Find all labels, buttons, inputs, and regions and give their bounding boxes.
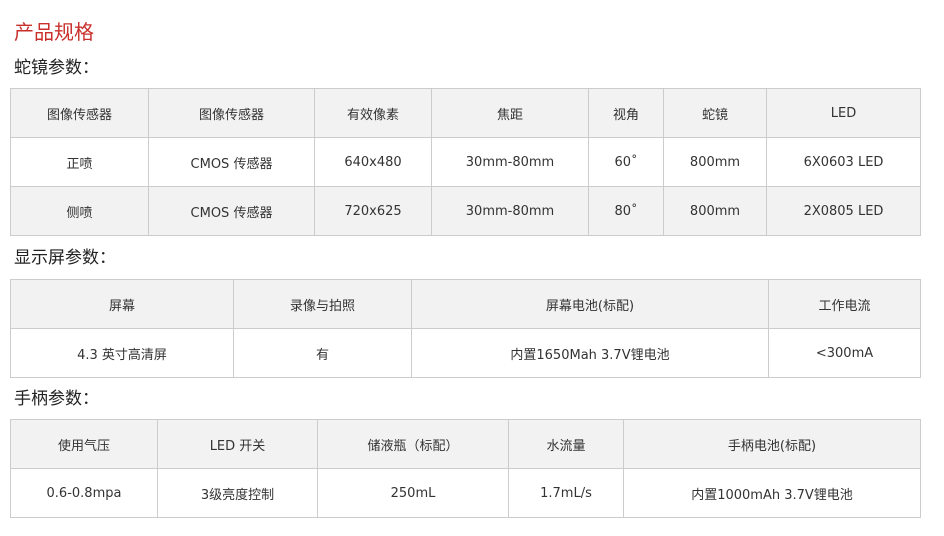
section-title-handle: 手柄参数： (14, 389, 99, 409)
header-cell: 手柄电池(标配) (623, 419, 921, 469)
table-cell: 有 (233, 328, 412, 378)
table-row: 侧喷 CMOS 传感器 720x625 30mm-80mm 80˚ 800mm … (10, 186, 921, 236)
table-cell: 640x480 (314, 137, 432, 187)
table-header-row: 屏幕 录像与拍照 屏幕电池(标配) 工作电流 (10, 279, 921, 329)
table-cell: 720x625 (314, 186, 432, 236)
header-cell: 屏幕电池(标配) (411, 279, 769, 329)
table-cell: 3级亮度控制 (157, 468, 318, 518)
table-cell: 800mm (663, 186, 767, 236)
header-cell: LED (766, 88, 921, 138)
header-cell: 水流量 (508, 419, 624, 469)
table-row: 0.6-0.8mpa 3级亮度控制 250mL 1.7mL/s 内置1000mA… (10, 468, 921, 518)
header-cell: 使用气压 (10, 419, 158, 469)
header-cell: 工作电流 (768, 279, 921, 329)
section-title-scope: 蛇镜参数： (14, 58, 99, 78)
header-cell: 焦距 (431, 88, 589, 138)
table-cell: 80˚ (588, 186, 664, 236)
table-cell: 正喷 (10, 137, 149, 187)
handle-spec-table: 使用气压 LED 开关 储液瓶（标配） 水流量 手柄电池(标配) 0.6-0.8… (10, 419, 921, 518)
header-cell: 录像与拍照 (233, 279, 412, 329)
header-cell: 图像传感器 (148, 88, 315, 138)
table-header-row: 图像传感器 图像传感器 有效像素 焦距 视角 蛇镜 LED (10, 88, 921, 138)
table-cell: 60˚ (588, 137, 664, 187)
table-cell: <300mA (768, 328, 921, 378)
table-cell: CMOS 传感器 (148, 186, 315, 236)
table-cell: 内置1000mAh 3.7V锂电池 (623, 468, 921, 518)
table-cell: 6X0603 LED (766, 137, 921, 187)
page-title: 产品规格 (14, 20, 94, 44)
header-cell: 蛇镜 (663, 88, 767, 138)
table-header-row: 使用气压 LED 开关 储液瓶（标配） 水流量 手柄电池(标配) (10, 419, 921, 469)
table-cell: 0.6-0.8mpa (10, 468, 158, 518)
header-cell: 储液瓶（标配） (317, 419, 509, 469)
table-cell: 内置1650Mah 3.7V锂电池 (411, 328, 769, 378)
table-cell: 4.3 英寸高清屏 (10, 328, 234, 378)
table-cell: 1.7mL/s (508, 468, 624, 518)
header-cell: 有效像素 (314, 88, 432, 138)
header-cell: LED 开关 (157, 419, 318, 469)
table-cell: 侧喷 (10, 186, 149, 236)
section-title-display: 显示屏参数： (14, 248, 116, 268)
table-row: 4.3 英寸高清屏 有 内置1650Mah 3.7V锂电池 <300mA (10, 328, 921, 378)
header-cell: 视角 (588, 88, 664, 138)
header-cell: 屏幕 (10, 279, 234, 329)
table-cell: 250mL (317, 468, 509, 518)
scope-spec-table: 图像传感器 图像传感器 有效像素 焦距 视角 蛇镜 LED 正喷 CMOS 传感… (10, 88, 921, 236)
table-cell: 2X0805 LED (766, 186, 921, 236)
table-cell: 30mm-80mm (431, 137, 589, 187)
table-row: 正喷 CMOS 传感器 640x480 30mm-80mm 60˚ 800mm … (10, 137, 921, 187)
table-cell: 800mm (663, 137, 767, 187)
table-cell: 30mm-80mm (431, 186, 589, 236)
display-spec-table: 屏幕 录像与拍照 屏幕电池(标配) 工作电流 4.3 英寸高清屏 有 内置165… (10, 279, 921, 378)
header-cell: 图像传感器 (10, 88, 149, 138)
table-cell: CMOS 传感器 (148, 137, 315, 187)
